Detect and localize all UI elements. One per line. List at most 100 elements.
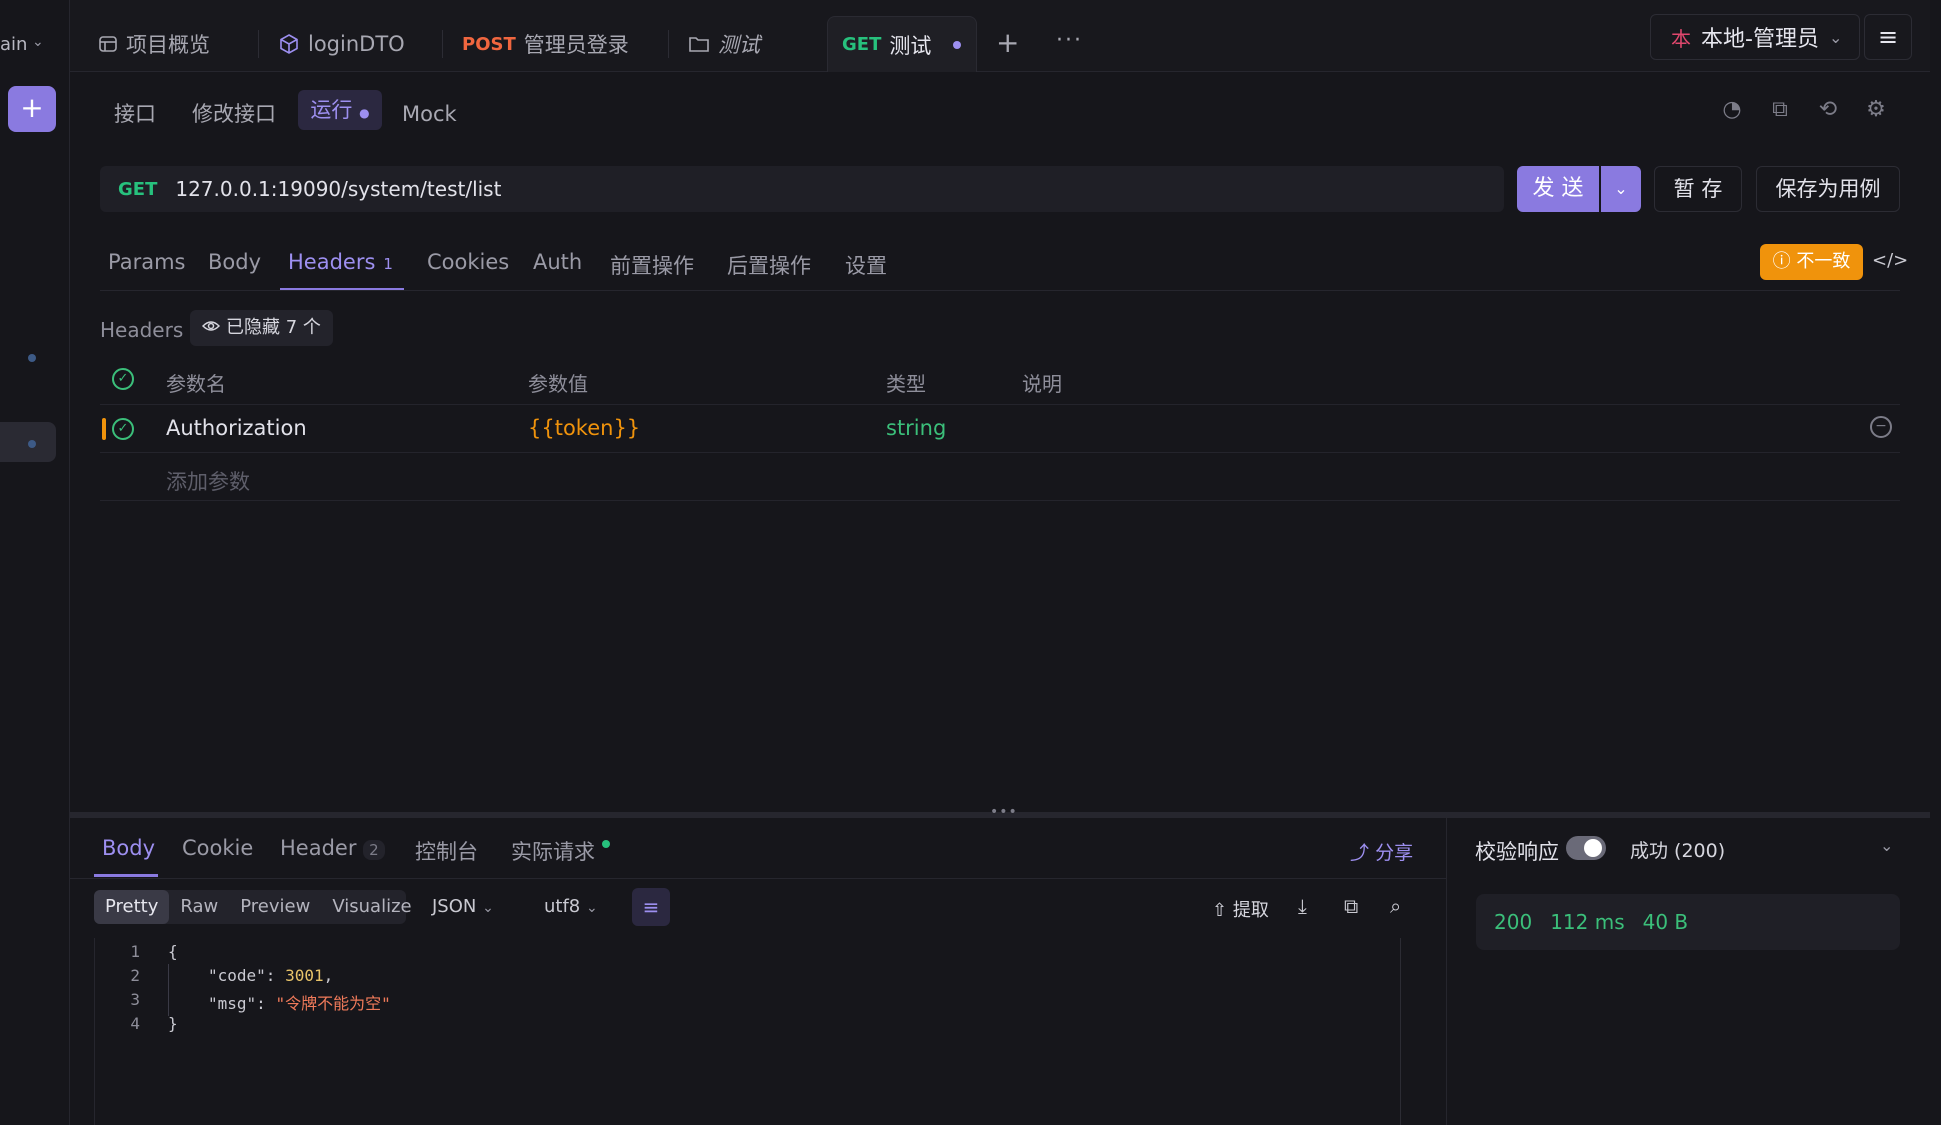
chevron-down-icon[interactable]: ⌄ (1880, 836, 1893, 855)
environment-mark: 本 (1671, 26, 1691, 51)
tab-divider (668, 30, 669, 58)
tab-folder-test[interactable]: 测试 (688, 16, 760, 72)
response-tab-console[interactable]: 控制台 (415, 836, 478, 866)
validation-result[interactable]: 成功 (200) (1630, 836, 1725, 863)
inconsistent-badge[interactable]: ⓘ 不一致 (1760, 244, 1863, 280)
download-icon[interactable]: ⤓ (1298, 894, 1307, 918)
format-pretty[interactable]: Pretty (94, 890, 170, 924)
drag-handle-icon[interactable]: ••• (990, 804, 1018, 820)
send-button[interactable]: 发 送 (1517, 166, 1599, 212)
headers-count-badge: 1 (383, 255, 393, 273)
chevron-down-icon[interactable]: ⌄ (1601, 166, 1641, 212)
chevron-down-icon: ⌄ (1828, 27, 1843, 47)
add-tab-button[interactable]: + (996, 26, 1019, 59)
subtab-edit[interactable]: 修改接口 (192, 96, 276, 132)
new-item-button[interactable]: + (8, 86, 56, 132)
extract-button[interactable]: ⇧ 提取 (1212, 896, 1269, 922)
url-input[interactable]: GET 127.0.0.1:19090/system/test/list (100, 166, 1504, 212)
header-name-cell[interactable]: Authorization (166, 416, 307, 440)
response-stats: 200 112 ms 40 B (1476, 894, 1900, 950)
format-selector: Pretty Raw Preview Visualize (94, 890, 412, 924)
folder-icon (688, 34, 710, 54)
code-line: "code": 3001, (208, 966, 334, 985)
status-code: 200 (1494, 910, 1533, 934)
save-temp-button[interactable]: 暂 存 (1654, 166, 1742, 212)
warning-icon: ⓘ (1772, 251, 1791, 272)
tab-auth[interactable]: Auth (533, 250, 582, 274)
row-checkbox[interactable]: ✓ (112, 418, 134, 440)
settings-icon[interactable]: ⚙ (1862, 96, 1890, 124)
response-tab-actual-request[interactable]: 实际请求 (511, 836, 610, 866)
subtab-run[interactable]: 运行 ● (298, 90, 382, 130)
json-string: "令牌不能为空" (275, 994, 391, 1013)
language-select[interactable]: JSON ⌄ (432, 896, 494, 917)
editor-scrollbar[interactable] (1400, 938, 1401, 1125)
model-cube-icon (278, 33, 300, 55)
line-number: 3 (130, 990, 140, 1009)
tab-label: loginDTO (308, 32, 405, 56)
headers-section-label: Headers (100, 318, 184, 342)
copy-icon[interactable]: ⧉ (1344, 894, 1358, 918)
format-raw[interactable]: Raw (169, 890, 229, 924)
json-number: 3001 (285, 966, 324, 985)
chevron-down-icon[interactable]: ⌄ (32, 34, 44, 50)
encoding-select[interactable]: utf8 ⌄ (544, 896, 598, 917)
branch-name[interactable]: ain (0, 34, 27, 55)
tab-body[interactable]: Body (208, 250, 261, 274)
search-icon[interactable]: ⌕ (1390, 894, 1401, 918)
format-preview[interactable]: Preview (229, 890, 321, 924)
tab-label: 测试 (889, 33, 932, 58)
subtab-mock[interactable]: Mock (402, 96, 457, 132)
tab-params[interactable]: Params (108, 250, 186, 274)
response-tab-header[interactable]: Header 2 (280, 836, 385, 860)
header-type-cell[interactable]: string (886, 416, 946, 440)
hidden-headers-toggle[interactable]: 已隐藏 7 个 (190, 310, 333, 346)
tab-label: 管理员登录 (523, 33, 629, 57)
tab-project-overview[interactable]: 项目概览 (98, 16, 210, 72)
tab-pre-processors[interactable]: 前置操作 (610, 250, 694, 280)
rail-dot-icon (28, 354, 36, 362)
tab-post-admin-login[interactable]: POST 管理员登录 (462, 16, 629, 72)
subtab-api[interactable]: 接口 (114, 96, 156, 132)
tab-headers-label: Headers (288, 250, 376, 274)
environment-selector[interactable]: 本 本地-管理员 ⌄ (1650, 14, 1860, 60)
method-selector[interactable]: GET (118, 179, 157, 200)
response-tab-body[interactable]: Body (102, 836, 155, 860)
share-flow-icon[interactable]: ⟲ (1814, 96, 1842, 124)
response-tab-header-label: Header (280, 836, 357, 860)
indent-guide (168, 964, 169, 1016)
response-tab-actual-label: 实际请求 (511, 840, 595, 864)
code-brace: } (168, 1014, 178, 1033)
history-icon[interactable]: ◔ (1718, 96, 1746, 124)
more-tabs-button[interactable]: ··· (1056, 28, 1083, 53)
unsaved-dot-icon (953, 40, 962, 49)
format-visualize[interactable]: Visualize (321, 890, 422, 924)
header-value-cell[interactable]: {{token}} (528, 416, 640, 440)
code-icon[interactable]: </> (1872, 250, 1908, 271)
extract-label: 提取 (1232, 900, 1269, 921)
toggle-knob[interactable] (1584, 839, 1602, 857)
menu-icon[interactable]: ≡ (1864, 14, 1912, 60)
response-tab-cookie[interactable]: Cookie (182, 836, 253, 860)
tab-settings[interactable]: 设置 (845, 250, 887, 280)
validate-response-label: 校验响应 (1475, 840, 1559, 864)
share-icon: ⤴ (1350, 842, 1370, 864)
tab-cookies[interactable]: Cookies (427, 250, 509, 274)
share-button[interactable]: ⤴ 分享 (1350, 838, 1413, 865)
divider (70, 878, 1446, 879)
tab-get-test[interactable]: GET 测试 (827, 16, 977, 72)
remove-row-icon[interactable]: − (1870, 416, 1892, 438)
tab-divider (258, 30, 259, 58)
select-all-checkbox[interactable]: ✓ (112, 368, 134, 390)
tab-headers[interactable]: Headers 1 (288, 250, 393, 274)
save-as-case-button[interactable]: 保存为用例 (1756, 166, 1900, 212)
panel-divider (1446, 818, 1447, 1125)
tab-login-dto[interactable]: loginDTO (278, 16, 405, 72)
json-key: "msg" (208, 994, 257, 1013)
tab-post-processors[interactable]: 后置操作 (727, 250, 811, 280)
url-text[interactable]: 127.0.0.1:19090/system/test/list (175, 177, 501, 201)
code-line: "msg": "令牌不能为空" (208, 994, 391, 1013)
wrap-lines-icon[interactable]: ≡ (632, 888, 670, 926)
copy-icon[interactable]: ⧉ (1766, 96, 1794, 124)
add-param-input[interactable]: 添加参数 (166, 466, 250, 496)
